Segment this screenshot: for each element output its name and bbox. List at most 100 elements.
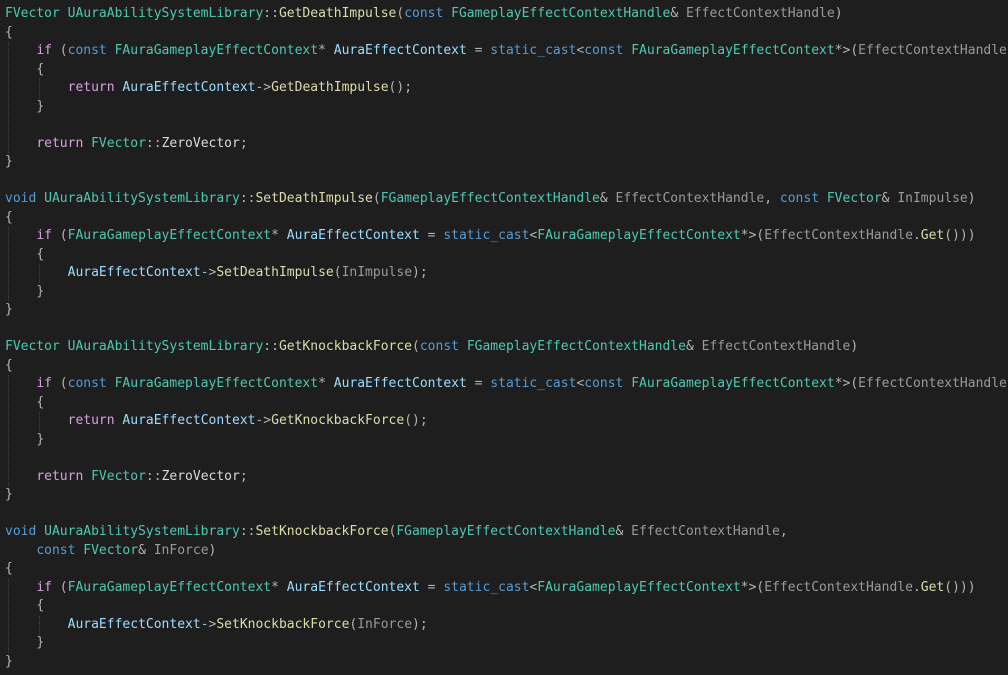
code-line[interactable]: } — [5, 153, 13, 172]
code-editor[interactable]: FVector UAuraAbilitySystemLibrary::GetDe… — [0, 0, 1008, 675]
code-token: const — [419, 339, 459, 354]
code-token: if — [36, 376, 52, 391]
code-line[interactable]: { — [5, 24, 13, 43]
code-line[interactable]: AuraEffectContext->SetDeathImpulse(InImp… — [5, 264, 428, 283]
code-token: FAuraGameplayEffectContext — [67, 228, 272, 243]
code-token: SetDeathImpulse — [216, 265, 334, 280]
code-line[interactable]: } — [5, 98, 44, 117]
code-token: ); — [412, 616, 428, 632]
code-token: EffectContextHandle — [701, 339, 851, 354]
code-line[interactable]: return AuraEffectContext->GetDeathImpuls… — [5, 79, 412, 98]
code-token: if — [36, 579, 52, 595]
code-token: = — [466, 376, 491, 391]
code-token: UAuraAbilitySystemLibrary — [44, 524, 240, 539]
code-line[interactable]: FVector UAuraAbilitySystemLibrary::GetDe… — [5, 5, 843, 24]
code-line[interactable]: void UAuraAbilitySystemLibrary::SetDeath… — [5, 190, 976, 209]
code-line[interactable]: if (FAuraGameplayEffectContext* AuraEffe… — [5, 227, 975, 246]
code-line[interactable]: { — [5, 246, 44, 265]
code-line[interactable]: { — [5, 357, 13, 376]
indent-guide — [39, 615, 41, 634]
indent-guide — [39, 264, 41, 283]
code-token: & — [685, 339, 694, 354]
code-token: { — [36, 246, 45, 262]
code-token: const — [584, 43, 624, 58]
code-token: * — [271, 579, 279, 595]
code-token: FVector — [5, 339, 60, 354]
code-line[interactable]: FVector UAuraAbilitySystemLibrary::GetKn… — [5, 338, 858, 357]
code-token: ) — [850, 339, 859, 354]
code-line[interactable]: } — [5, 653, 13, 672]
code-token: GetDeathImpulse — [278, 6, 397, 21]
code-token: const — [779, 191, 820, 206]
code-token: FAuraGameplayEffectContext — [114, 376, 319, 391]
code-line[interactable]: } — [5, 301, 13, 320]
code-line[interactable]: return FVector::ZeroVector; — [5, 468, 247, 487]
code-line[interactable]: if (const FAuraGameplayEffectContext* Au… — [5, 42, 1008, 61]
indent-guide — [8, 42, 9, 153]
code-token: static_cast — [490, 376, 577, 391]
code-token: } — [5, 154, 13, 169]
code-token: * — [318, 43, 326, 58]
code-token: ; — [239, 135, 248, 151]
code-line[interactable]: if (FAuraGameplayEffectContext* AuraEffe… — [5, 579, 975, 598]
code-token: ); — [412, 265, 428, 280]
code-line[interactable]: return FVector::ZeroVector; — [5, 135, 248, 154]
code-token: FAuraGameplayEffectContext — [537, 228, 741, 243]
code-line[interactable]: return AuraEffectContext->GetKnockbackFo… — [5, 412, 428, 431]
code-token: ( — [412, 339, 420, 354]
code-token: * — [271, 228, 279, 243]
code-token: AuraEffectContext — [67, 265, 201, 280]
code-line[interactable]: } — [5, 634, 44, 653]
code-line[interactable]: { — [5, 209, 13, 228]
code-line[interactable]: { — [5, 394, 44, 413]
code-token: FGameplayEffectContextHandle — [451, 6, 671, 21]
code-token: } — [5, 653, 13, 669]
code-token: } — [36, 431, 45, 447]
code-token: return — [36, 135, 84, 151]
code-token: { — [5, 357, 13, 373]
code-line[interactable]: if (const FAuraGameplayEffectContext* Au… — [5, 375, 1008, 394]
code-token: = — [419, 228, 444, 243]
code-token: , — [764, 191, 780, 206]
code-token: *> — [740, 579, 757, 595]
code-token: ( — [372, 191, 381, 206]
code-token: :: — [239, 524, 256, 539]
code-token: EffectContextHandle — [685, 6, 835, 21]
code-line[interactable]: } — [5, 283, 44, 302]
code-line[interactable]: const FVector& InForce) — [5, 542, 216, 561]
code-token: const — [36, 542, 76, 558]
code-token: = — [466, 43, 491, 58]
code-token: void — [5, 524, 37, 539]
code-line[interactable]: void UAuraAbilitySystemLibrary::SetKnock… — [5, 523, 788, 542]
code-token: *> — [740, 228, 757, 243]
code-line[interactable]: AuraEffectContext->SetKnockbackForce(InF… — [5, 616, 428, 635]
code-token: AuraEffectContext — [122, 80, 256, 95]
code-line[interactable]: { — [5, 560, 13, 579]
code-token: ZeroVector — [161, 468, 240, 484]
code-token: (); — [388, 80, 413, 95]
indent-guide — [8, 578, 9, 653]
code-token: :: — [145, 468, 162, 484]
code-token: } — [36, 635, 45, 650]
code-token: } — [36, 283, 45, 299]
code-line[interactable]: } — [5, 486, 13, 505]
code-line[interactable]: { — [5, 61, 44, 80]
code-token: ( — [51, 376, 68, 391]
code-line[interactable]: { — [5, 597, 44, 616]
indent-guide — [8, 227, 9, 301]
code-line[interactable]: } — [5, 431, 44, 450]
